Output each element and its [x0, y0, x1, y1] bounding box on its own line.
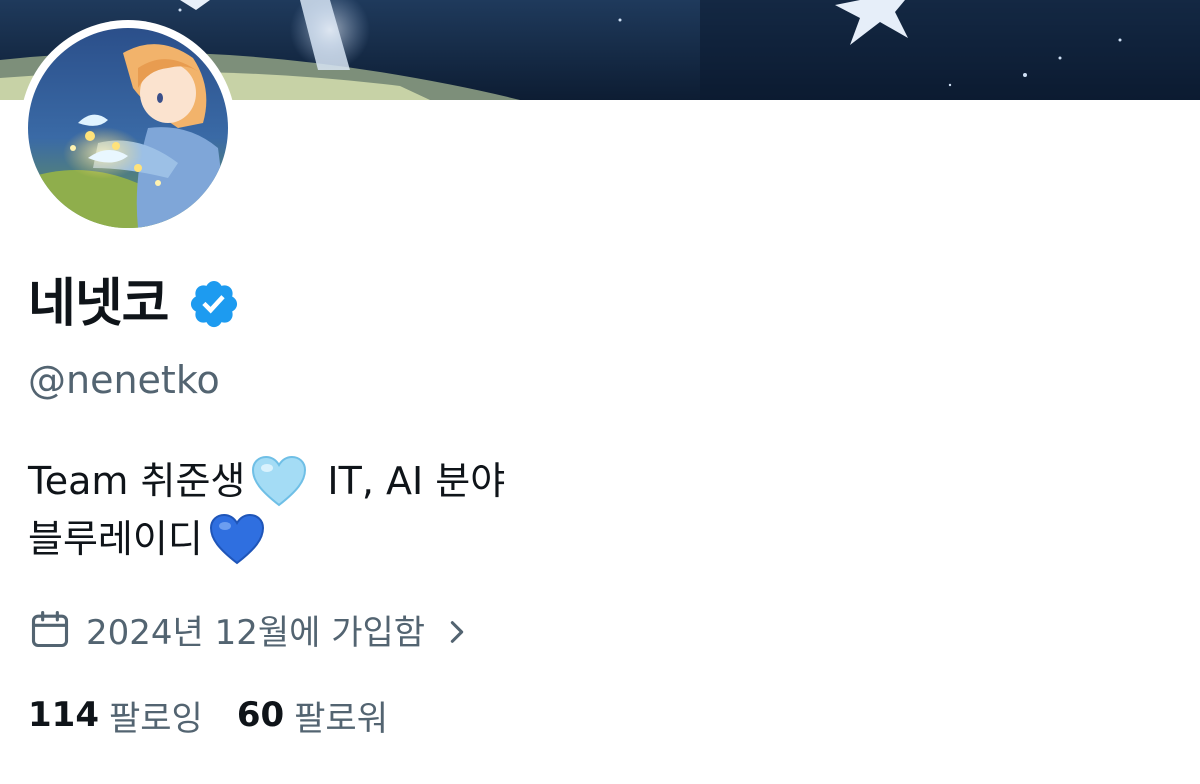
followers-link[interactable]: 60 팔로워 [237, 691, 388, 740]
user-handle: @nenetko [28, 358, 220, 402]
following-count: 114 [28, 695, 99, 735]
name-row: 네넷코 [28, 268, 241, 340]
bio-line-2: 블루레이디 [28, 510, 505, 568]
avatar-frame[interactable] [20, 20, 236, 236]
bio-text: IT, AI 분야 [327, 459, 506, 503]
following-label: 팔로잉 [108, 698, 203, 739]
avatar[interactable] [28, 28, 228, 228]
display-name: 네넷코 [28, 274, 170, 334]
light-blue-heart-icon [251, 455, 307, 507]
followers-count: 60 [236, 695, 285, 735]
following-link[interactable]: 114 팔로잉 [28, 691, 203, 740]
bio: Team 취준생 IT, AI 분야 블루레이디 [28, 452, 505, 568]
follow-stats: 114 팔로잉 60 팔로워 [28, 690, 422, 740]
chevron-right-icon [443, 615, 471, 643]
calendar-icon [28, 607, 72, 651]
joined-date-row[interactable]: 2024년 12월에 가입함 [28, 604, 471, 654]
joined-date-text: 2024년 12월에 가입함 [86, 612, 426, 653]
verified-badge-icon[interactable] [187, 277, 241, 331]
bio-line-1: Team 취준생 IT, AI 분야 [28, 452, 505, 510]
avatar-image [28, 28, 228, 228]
bio-text: Team 취준생 [28, 459, 246, 503]
followers-label: 팔로워 [294, 698, 388, 739]
bio-text: 블루레이디 [28, 517, 203, 561]
blue-heart-icon [209, 513, 265, 565]
